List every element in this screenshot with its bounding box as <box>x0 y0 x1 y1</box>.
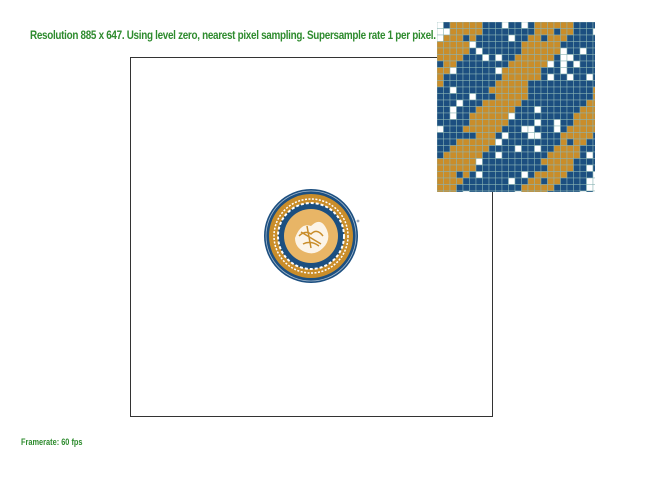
status-text: Resolution 885 x 647. Using level zero, … <box>30 30 436 42</box>
framerate-text: Framerate: 60 fps <box>21 437 83 447</box>
pixel-magnifier-icon <box>437 22 595 192</box>
pixel-zoom-panel <box>437 22 595 192</box>
seal-emblem-icon <box>264 189 360 283</box>
